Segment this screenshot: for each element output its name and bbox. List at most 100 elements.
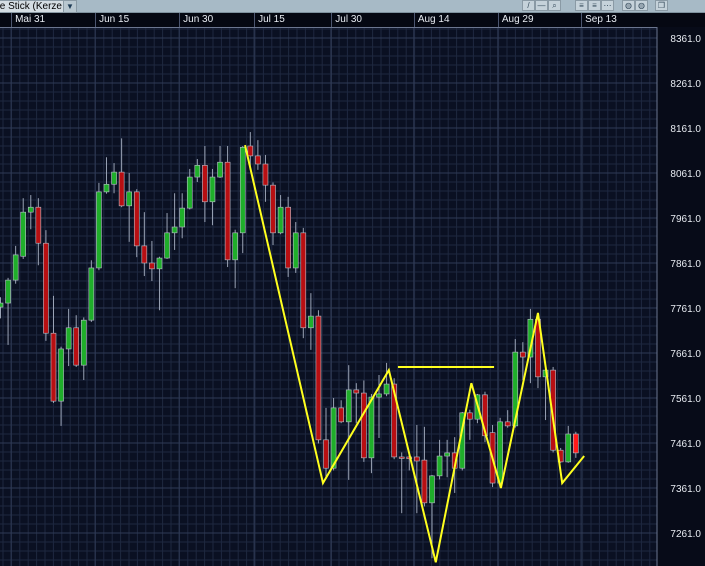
grid-lines-icon[interactable]: ≡	[575, 0, 588, 11]
hline-icon[interactable]: —	[535, 0, 548, 11]
candle-down	[573, 433, 579, 454]
candle-up	[88, 267, 95, 321]
candle-up	[209, 176, 216, 203]
candle-up	[436, 455, 443, 477]
candle-down	[323, 439, 329, 469]
globe-icon[interactable]: ◍	[622, 0, 635, 11]
candle-up	[383, 383, 390, 395]
price-tick-label: 8061.0	[670, 169, 701, 180]
candle-down	[353, 389, 360, 394]
candle-up	[12, 254, 19, 281]
price-tick-label: 7861.0	[670, 259, 701, 270]
candle-up	[179, 207, 185, 228]
price-tick-label: 8261.0	[670, 79, 701, 90]
chart-type-label: e Stick (Kerze	[0, 1, 62, 12]
candle-up	[126, 191, 132, 207]
candle-down	[43, 242, 49, 334]
date-tick-label: Jul 30	[331, 13, 362, 27]
candle-down	[50, 332, 57, 402]
candle-down	[338, 407, 344, 423]
candle-down	[421, 459, 428, 504]
candle-up	[565, 433, 572, 463]
candle-down	[504, 421, 511, 427]
candle-up	[103, 183, 110, 193]
date-tick-label: Jun 15	[95, 13, 129, 27]
candle-down	[262, 163, 269, 186]
candle-down	[224, 161, 231, 261]
candle-down	[202, 165, 208, 203]
window-icon[interactable]: ❐	[655, 0, 668, 11]
candle-down	[35, 206, 42, 244]
date-tick-label: Sep 13	[581, 13, 617, 27]
candle-up	[58, 348, 64, 402]
candle-up	[96, 191, 102, 269]
candle-up	[80, 319, 87, 366]
plot-background	[0, 27, 657, 566]
price-tick-label: 7561.0	[670, 394, 701, 405]
candle-up	[292, 232, 299, 269]
candle-down	[255, 155, 261, 165]
candle-down	[414, 456, 420, 462]
candle-up	[345, 389, 352, 423]
candle-down	[73, 327, 79, 366]
toolbar: e Stick (Kerze ▼ / — ⌕ ≡ ≡ ⋯ ◍ ◍ ❐	[0, 0, 705, 13]
magnifier-icon[interactable]: ⌕	[548, 0, 561, 11]
date-tick-label: Jul 15	[254, 13, 285, 27]
price-tick-label: 8161.0	[670, 124, 701, 135]
globe-dark-icon[interactable]: ◍	[635, 0, 648, 11]
date-tick-label: Mai 31	[11, 13, 45, 27]
candle-up	[497, 421, 503, 484]
line-draw-icon[interactable]: /	[522, 0, 535, 11]
price-tick-label: 8361.0	[670, 34, 701, 45]
candle-up	[164, 232, 170, 259]
candlestick-chart[interactable]: 8361.0 8261.0 8161.0 8061.0 7961.0 7861.0 7761…	[0, 0, 705, 566]
price-axis: 8361.0 8261.0 8161.0 8061.0 7961.0 7861.0 7761…	[670, 34, 701, 540]
candle-up	[429, 475, 435, 504]
candle-up	[5, 279, 11, 304]
candle-down	[467, 412, 473, 420]
candle-up	[0, 302, 4, 308]
price-tick-label: 7961.0	[670, 214, 701, 225]
candle-down	[398, 456, 405, 459]
date-tick-label: Aug 29	[497, 13, 534, 27]
price-tick-label: 7361.0	[670, 484, 701, 495]
candle-up	[27, 206, 34, 213]
candle-up	[277, 206, 284, 234]
chevron-down-icon[interactable]: ▼	[63, 1, 76, 12]
price-tick-label: 7261.0	[670, 529, 701, 540]
date-tick-label: Jun 30	[179, 13, 213, 27]
date-axis: Mai 31 Jun 15 Jun 30 Jul 15 Jul 30 Aug 14 Aug …	[0, 13, 705, 27]
candle-down	[300, 232, 307, 329]
candle-up	[376, 393, 382, 398]
candle-up	[194, 165, 201, 178]
candle-up	[308, 315, 314, 329]
candle-up	[186, 176, 193, 209]
candle-down	[361, 392, 367, 459]
price-tick-label: 7461.0	[670, 439, 701, 450]
candle-up	[444, 452, 450, 457]
candle-down	[133, 191, 140, 247]
candle-up	[111, 171, 117, 185]
price-tick-label: 7761.0	[670, 304, 701, 315]
grid-dash-icon[interactable]: ≡	[588, 0, 601, 11]
grid-dot-icon[interactable]: ⋯	[601, 0, 614, 11]
chart-type-select[interactable]: e Stick (Kerze ▼	[0, 0, 77, 13]
candle-down	[315, 315, 322, 441]
candle-up	[171, 226, 178, 234]
candle-up	[65, 327, 72, 350]
candle-up	[217, 161, 223, 178]
candle-up	[368, 396, 375, 459]
candle-down	[270, 184, 276, 234]
date-tick-label: Aug 14	[413, 13, 450, 27]
candle-up	[239, 147, 246, 234]
price-tick-label: 7661.0	[670, 349, 701, 360]
candle-up	[232, 232, 238, 261]
candle-up	[330, 407, 337, 469]
candle-up	[20, 211, 27, 257]
candle-up	[156, 257, 163, 270]
candle-down	[149, 262, 155, 270]
candle-down	[247, 145, 254, 157]
candle-down	[520, 351, 526, 358]
candle-down	[285, 206, 291, 269]
candle-down	[118, 171, 125, 207]
